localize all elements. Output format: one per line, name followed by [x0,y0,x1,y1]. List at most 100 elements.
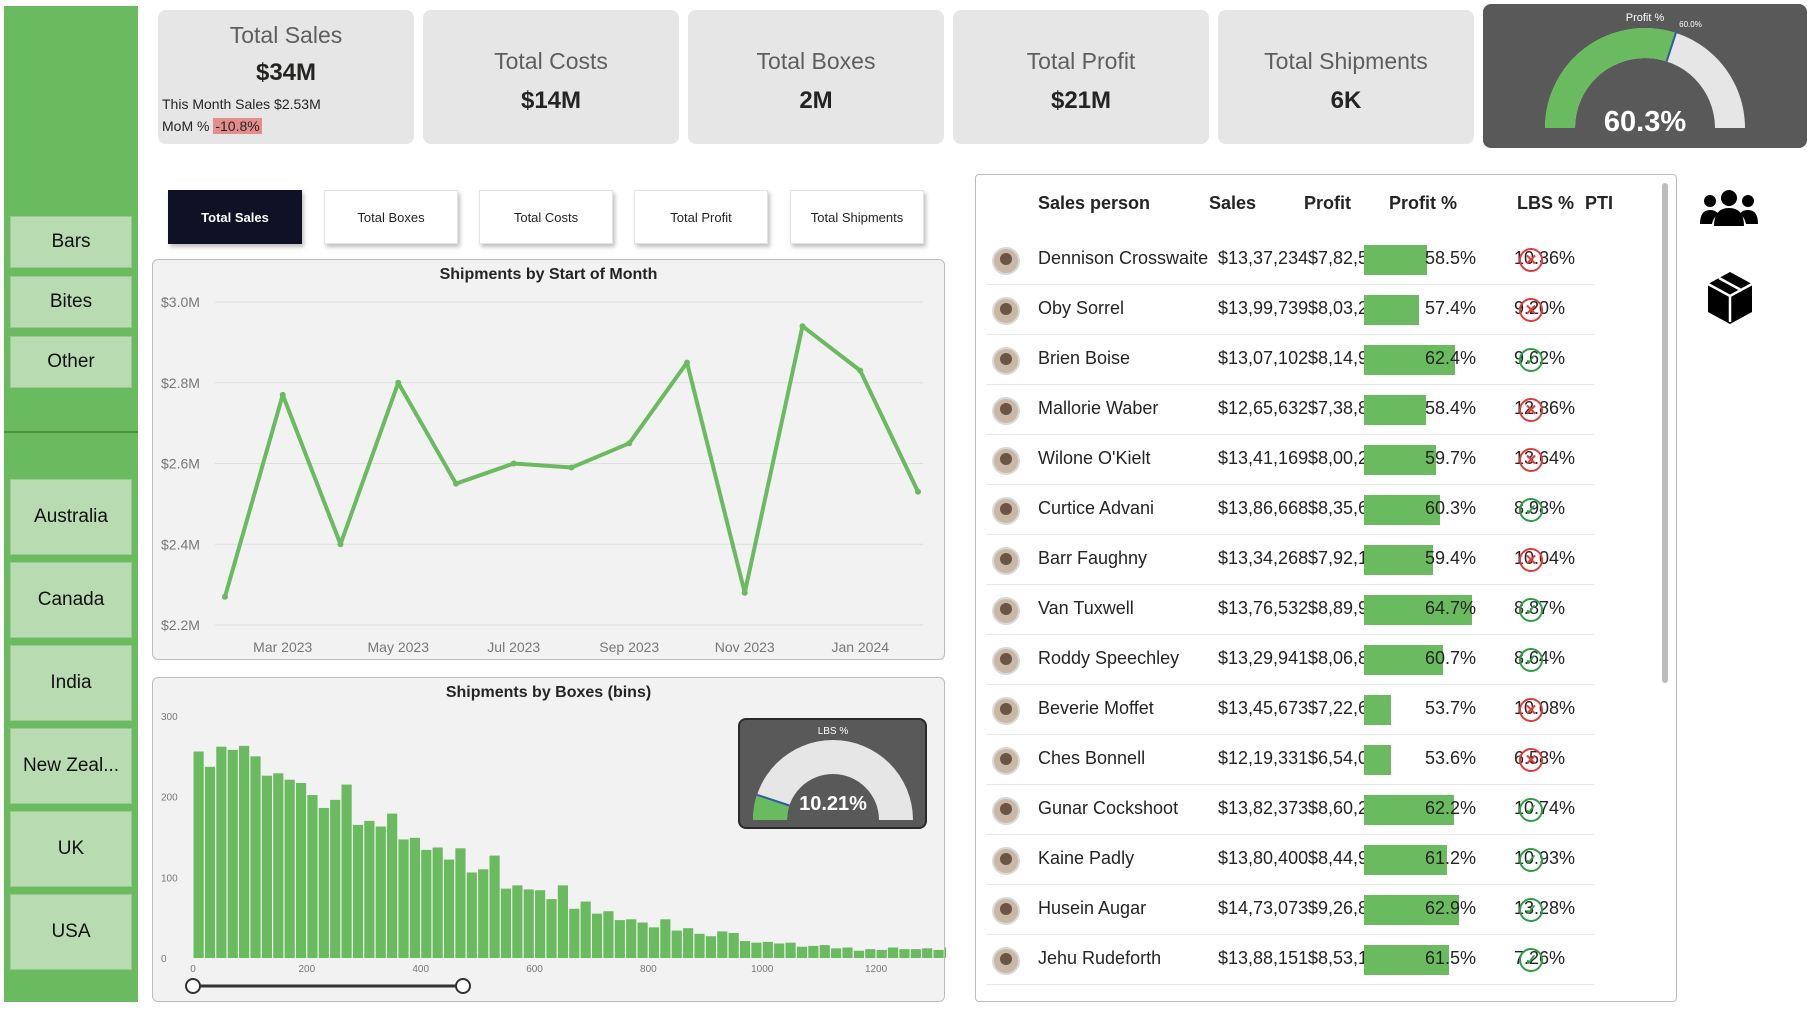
histogram-bar[interactable] [637,922,648,958]
table-row[interactable]: Gunar Cockshoot $13,82,373 $8,60,284 10.74%… [986,785,1594,835]
table-row[interactable]: Kaine Padly $13,80,400 $8,44,962 10.93% 61.2… [986,835,1594,885]
histogram-bar[interactable] [660,919,671,958]
toggle-total-boxes[interactable]: Total Boxes [324,190,458,244]
histogram-bar[interactable] [751,942,762,958]
people-group-icon[interactable] [1700,188,1758,228]
slicer-bars[interactable]: Bars [10,216,132,268]
slicer-usa[interactable]: USA [10,894,132,970]
histogram-bar[interactable] [683,928,694,958]
histogram-bar[interactable] [489,855,500,958]
range-slider-min-handle[interactable] [185,978,201,994]
histogram-bar[interactable] [295,782,307,958]
table-row[interactable]: Roddy Speechley $13,29,941 $8,06,881 8.64% 6… [986,635,1594,685]
histogram-bar[interactable] [910,949,921,958]
histogram-bar[interactable] [535,890,546,958]
histogram-bar[interactable] [341,784,352,958]
slicer-other[interactable]: Other [10,336,132,388]
histogram-bar[interactable] [318,807,329,958]
line-chart-point[interactable] [684,359,690,366]
histogram-bar[interactable] [762,941,773,958]
histogram-bar[interactable] [466,872,477,958]
table-row[interactable]: Van Tuxwell $13,76,532 $8,89,938 8.87% 64.7%… [986,585,1594,635]
histogram-bar[interactable] [227,749,238,958]
table-row[interactable]: Oby Sorrel $13,99,739 $8,03,285 9.20% 57.4% ✕ [986,285,1594,335]
box-icon[interactable] [1706,270,1754,326]
histogram-bar[interactable] [546,899,557,958]
histogram-bar[interactable] [421,849,432,958]
table-row[interactable]: Jehu Rudeforth $13,88,151 $8,53,163 7.26% 61… [986,935,1594,985]
histogram-bar[interactable] [273,773,284,958]
histogram-bar[interactable] [352,824,364,958]
slicer-canada[interactable]: Canada [10,562,132,638]
toggle-total-profit[interactable]: Total Profit [634,190,768,244]
histogram-bar[interactable] [557,885,568,958]
toggle-total-sales[interactable]: Total Sales [168,190,302,244]
histogram-bar[interactable] [591,913,603,958]
line-chart-series[interactable] [223,324,920,599]
line-chart-point[interactable] [857,367,864,374]
histogram-bar[interactable] [899,949,910,958]
histogram-bar[interactable] [876,949,887,958]
histogram-bar[interactable] [512,885,523,958]
histogram-bar[interactable] [216,746,227,958]
histogram-bar[interactable] [671,930,682,958]
histogram-bar[interactable] [500,888,512,958]
slicer-australia[interactable]: Australia [10,479,132,555]
table-row[interactable]: Barr Faughny $13,34,268 $7,92,159 10.04% 59.… [986,535,1594,585]
table-row[interactable]: Mallorie Waber $12,65,632 $7,38,898 12.86% 5… [986,385,1594,435]
histogram-bar[interactable] [819,945,830,958]
histogram-bar[interactable] [261,775,272,958]
table-row[interactable]: Beverie Moffet $13,45,673 $7,22,645 10.08% 5… [986,685,1594,735]
slicer-new-zealand[interactable]: New Zeal... [10,728,132,804]
line-chart-point[interactable] [222,593,228,600]
slicer-india[interactable]: India [10,645,132,721]
histogram-bar[interactable] [944,947,946,958]
col-header-profit-pct[interactable]: Profit % [1389,193,1457,214]
toggle-total-costs[interactable]: Total Costs [479,190,613,244]
col-header-lbs-pct[interactable]: LBS % [1517,193,1574,214]
line-chart-point[interactable] [279,391,286,398]
histogram-bar[interactable] [307,795,318,958]
histogram-bar[interactable] [580,901,591,958]
histogram-bar[interactable] [443,859,455,958]
col-header-profit[interactable]: Profit [1304,193,1351,214]
histogram-bar[interactable] [887,947,899,958]
table-row[interactable]: Ches Bonnell $12,19,331 $6,54,065 6.58% 53.6… [986,735,1594,785]
histogram-bar[interactable] [193,751,204,958]
histogram-bar[interactable] [614,920,625,958]
range-slider[interactable] [153,973,946,1003]
table-row[interactable]: Dennison Crosswaite $13,37,234 $7,82,536 10… [986,235,1594,285]
histogram-bar[interactable] [796,946,808,958]
histogram-bar[interactable] [284,779,295,958]
line-chart-point[interactable] [799,323,806,330]
slicer-uk[interactable]: UK [10,811,132,887]
line-chart-point[interactable] [741,589,748,596]
line-chart-point[interactable] [453,480,459,487]
histogram-bar[interactable] [569,908,580,958]
histogram-bar[interactable] [774,943,785,958]
histogram-bar[interactable] [375,826,386,958]
col-header-pti[interactable]: PTI [1585,193,1613,214]
histogram-bar[interactable] [330,799,341,958]
histogram-bar[interactable] [398,839,409,958]
histogram-bar[interactable] [853,950,864,958]
line-chart-point[interactable] [337,541,344,548]
col-header-salesperson[interactable]: Sales person [1038,193,1150,214]
histogram-bar[interactable] [387,813,398,958]
histogram-bar[interactable] [739,941,751,958]
line-chart-point[interactable] [568,464,575,471]
histogram-bar[interactable] [523,889,534,958]
histogram-bar[interactable] [922,948,933,958]
histogram-bar[interactable] [250,756,261,958]
histogram-bar[interactable] [603,911,614,958]
range-slider-max-handle[interactable] [455,978,471,994]
histogram-bar[interactable] [842,947,853,958]
histogram-bar[interactable] [648,927,660,958]
toggle-total-shipments[interactable]: Total Shipments [790,190,924,244]
slicer-bites[interactable]: Bites [10,276,132,328]
table-row[interactable]: Husein Augar $14,73,073 $9,26,895 13.28% 62.… [986,885,1594,935]
histogram-bar[interactable] [933,949,944,958]
line-chart-point[interactable] [915,488,921,495]
col-header-sales[interactable]: Sales [1209,193,1256,214]
histogram-bar[interactable] [728,932,739,958]
